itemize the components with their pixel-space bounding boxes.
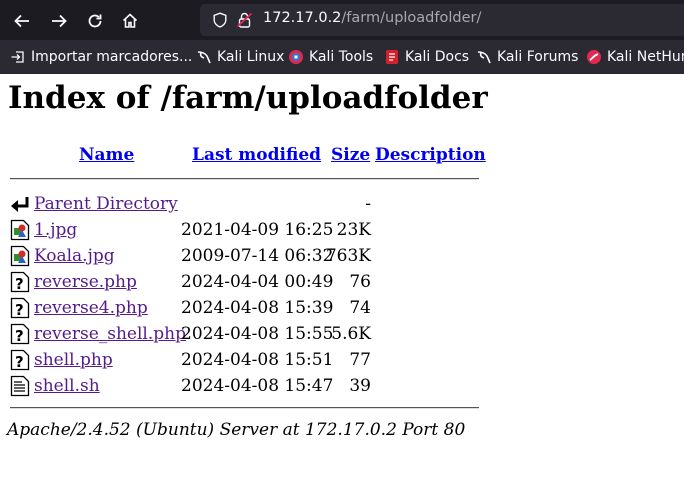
file-size: - xyxy=(365,194,371,214)
address-bar[interactable]: 172.17.0.2/farm/uploadfolder/ xyxy=(200,4,684,36)
home-button[interactable] xyxy=(116,8,144,34)
unknown-file-icon: ? xyxy=(10,349,30,371)
divider xyxy=(10,178,479,180)
column-header-last-modified[interactable]: Last modified xyxy=(192,145,321,165)
url-host: 172.17.0.2 xyxy=(263,10,342,26)
parent-directory-link[interactable]: Parent Directory xyxy=(34,194,178,214)
kali-dragon-icon xyxy=(197,51,211,64)
back-arrow-icon xyxy=(14,14,29,28)
bookmark-label: Kali Forums xyxy=(497,49,579,65)
bookmarks-bar: Importar marcadores... Kali Linux Kali T… xyxy=(0,40,684,74)
page-title: Index of /farm/uploadfolder xyxy=(8,80,488,116)
table-row: ? reverse4.php 2024-04-08 15:39 74 xyxy=(0,294,684,320)
bookmark-kali-docs[interactable]: Kali Docs xyxy=(384,40,469,74)
bookmark-label: Kali Docs xyxy=(405,49,470,65)
back-arrow-icon xyxy=(11,197,29,212)
svg-text:?: ? xyxy=(15,301,24,319)
table-row: ? reverse.php 2024-04-04 00:49 76 xyxy=(0,268,684,294)
file-link[interactable]: reverse.php xyxy=(34,272,137,292)
file-link[interactable]: 1.jpg xyxy=(34,220,77,240)
browser-toolbar: 172.17.0.2/farm/uploadfolder/ xyxy=(0,0,684,40)
bookmark-kali-forums[interactable]: Kali Forums xyxy=(476,40,578,74)
table-row: 1.jpg 2021-04-09 16:25 23K xyxy=(0,216,684,242)
bookmark-label: Kali NetHun xyxy=(607,49,684,65)
forward-arrow-icon xyxy=(52,14,67,28)
nethunter-icon xyxy=(587,50,601,64)
file-modified: 2024-04-08 15:47 xyxy=(181,376,334,396)
reload-icon xyxy=(88,14,102,28)
kali-docs-icon xyxy=(386,50,398,64)
bookmark-import[interactable]: Importar marcadores... xyxy=(10,40,192,74)
svg-text:?: ? xyxy=(15,275,24,293)
file-modified: 2024-04-08 15:51 xyxy=(181,350,334,370)
table-row: shell.sh 2024-04-08 15:47 39 xyxy=(0,372,684,398)
kali-dragon-icon xyxy=(477,51,491,64)
table-row: ? shell.php 2024-04-08 15:51 77 xyxy=(0,346,684,372)
reload-button[interactable] xyxy=(81,8,109,34)
table-row: Koala.jpg 2009-07-14 06:32 763K xyxy=(0,242,684,268)
file-size: 5.6K xyxy=(331,324,371,344)
bookmark-kali-nethunter[interactable]: Kali NetHun xyxy=(586,40,684,74)
unknown-file-icon: ? xyxy=(10,323,30,345)
column-header-description[interactable]: Description xyxy=(375,145,486,165)
unknown-file-icon: ? xyxy=(10,297,30,319)
bookmark-label: Importar marcadores... xyxy=(31,49,193,65)
image-file-icon xyxy=(10,245,30,267)
file-link[interactable]: reverse4.php xyxy=(34,298,148,318)
file-size: 39 xyxy=(349,376,371,396)
unknown-file-icon: ? xyxy=(10,271,30,293)
text-file-icon xyxy=(10,375,30,397)
server-signature: Apache/2.4.52 (Ubuntu) Server at 172.17.… xyxy=(7,420,466,440)
table-row: ? reverse_shell.php 2024-04-08 15:55 5.6… xyxy=(0,320,684,346)
file-size: 77 xyxy=(349,350,371,370)
svg-text:?: ? xyxy=(15,353,24,371)
file-modified: 2024-04-08 15:39 xyxy=(181,298,334,318)
svg-text:?: ? xyxy=(15,327,24,345)
insecure-lock-icon[interactable] xyxy=(236,11,254,29)
shield-icon[interactable] xyxy=(211,11,229,29)
file-modified: 2021-04-09 16:25 xyxy=(181,220,334,240)
url-path: /farm/uploadfolder/ xyxy=(341,10,482,26)
url-text[interactable]: 172.17.0.2/farm/uploadfolder/ xyxy=(263,10,481,26)
bookmark-label: Kali Tools xyxy=(309,49,374,65)
file-link[interactable]: Koala.jpg xyxy=(34,246,115,266)
bookmark-label: Kali Linux xyxy=(217,49,285,65)
image-file-icon xyxy=(10,219,30,241)
bookmark-kali-tools[interactable]: Kali Tools xyxy=(288,40,373,74)
file-size: 763K xyxy=(325,246,371,266)
back-button[interactable] xyxy=(8,8,36,34)
file-size: 76 xyxy=(349,272,371,292)
file-modified: 2009-07-14 06:32 xyxy=(181,246,334,266)
home-icon xyxy=(122,13,138,28)
file-link[interactable]: shell.sh xyxy=(34,376,100,396)
file-modified: 2024-04-04 00:49 xyxy=(181,272,334,292)
forward-button[interactable] xyxy=(45,8,73,34)
bookmark-kali-linux[interactable]: Kali Linux xyxy=(196,40,284,74)
import-icon xyxy=(11,51,24,63)
column-header-name[interactable]: Name xyxy=(79,145,134,165)
file-size: 23K xyxy=(336,220,371,240)
file-link[interactable]: reverse_shell.php xyxy=(34,324,186,344)
column-header-size[interactable]: Size xyxy=(331,145,370,165)
file-link[interactable]: shell.php xyxy=(34,350,113,370)
file-modified: 2024-04-08 15:55 xyxy=(181,324,334,344)
file-size: 74 xyxy=(349,298,371,318)
divider xyxy=(10,407,479,409)
table-row: Parent Directory - xyxy=(0,190,684,216)
kali-tools-icon xyxy=(289,50,303,64)
